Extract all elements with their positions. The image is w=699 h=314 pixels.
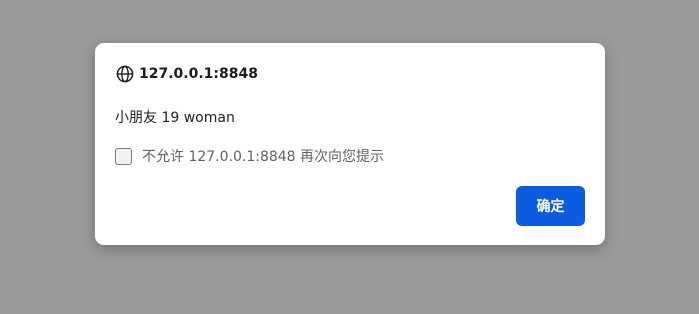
suppress-prompts-row[interactable]: 不允许 127.0.0.1:8848 再次向您提示 — [115, 146, 384, 166]
ok-button[interactable]: 确定 — [516, 186, 585, 226]
suppress-prompts-label[interactable]: 不允许 127.0.0.1:8848 再次向您提示 — [142, 146, 384, 166]
dialog-origin: 127.0.0.1:8848 — [139, 66, 258, 82]
dialog-header: 127.0.0.1:8848 — [116, 64, 258, 84]
suppress-prompts-checkbox[interactable] — [115, 147, 132, 165]
globe-icon — [116, 65, 134, 83]
alert-dialog: 127.0.0.1:8848 小朋友 19 woman 不允许 127.0.0.… — [95, 43, 605, 245]
dialog-message: 小朋友 19 woman — [115, 110, 235, 126]
